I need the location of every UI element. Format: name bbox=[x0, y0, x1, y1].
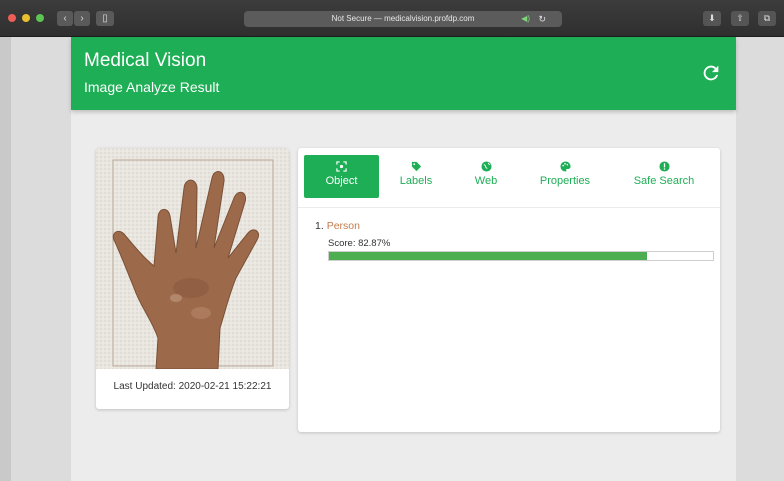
tab-labels-label: Labels bbox=[399, 175, 433, 187]
forward-button[interactable]: › bbox=[74, 11, 90, 26]
fullscreen-window-button[interactable] bbox=[36, 14, 44, 22]
palette-icon bbox=[559, 161, 571, 172]
result-tabs: Object Labels Web Properties Safe Search bbox=[298, 148, 720, 208]
reload-icon[interactable]: ↻ bbox=[538, 11, 546, 27]
app-title: Medical Vision bbox=[84, 50, 207, 71]
tab-web[interactable]: Web bbox=[462, 155, 510, 198]
analyzed-image bbox=[96, 148, 289, 369]
image-card: Last Updated: 2020-02-21 15:22:21 bbox=[96, 148, 289, 409]
last-updated-text: Last Updated: 2020-02-21 15:22:21 bbox=[113, 381, 272, 392]
app-header: Medical Vision Image Analyze Result bbox=[71, 37, 736, 110]
result-score: Score: 82.87% bbox=[328, 238, 391, 249]
app-subtitle: Image Analyze Result bbox=[84, 79, 220, 95]
globe-icon bbox=[480, 161, 492, 172]
tag-icon bbox=[411, 161, 421, 172]
tab-web-label: Web bbox=[474, 175, 498, 187]
tabs-overview-icon[interactable]: ⧉ bbox=[758, 11, 776, 26]
download-icon[interactable]: ⬇ bbox=[703, 11, 721, 26]
browser-toolbar: ‹ › ▯ Not Secure — medicalvision.profdp.… bbox=[0, 0, 784, 37]
share-icon[interactable]: ⇧ bbox=[731, 11, 749, 26]
tab-safe-search-label: Safe Search bbox=[633, 175, 695, 187]
back-button[interactable]: ‹ bbox=[57, 11, 73, 26]
score-bar bbox=[328, 251, 714, 261]
tab-safe-search[interactable]: Safe Search bbox=[628, 155, 700, 198]
tab-properties-label: Properties bbox=[539, 175, 591, 187]
list-item: 1. Person Score: 82.87% bbox=[315, 220, 715, 261]
result-name: Person bbox=[326, 220, 360, 232]
audio-icon[interactable]: ◀) bbox=[521, 11, 530, 27]
result-list: 1. Person Score: 82.87% bbox=[315, 220, 715, 261]
tab-object[interactable]: Object bbox=[304, 155, 379, 198]
result-card: Object Labels Web Properties Safe Search… bbox=[298, 148, 720, 432]
close-window-button[interactable] bbox=[8, 14, 16, 22]
sidebar-toggle-icon[interactable]: ▯ bbox=[96, 11, 114, 26]
object-detect-icon bbox=[336, 161, 347, 172]
score-bar-fill bbox=[329, 252, 648, 260]
alert-circle-icon bbox=[658, 161, 670, 172]
result-index: 1. bbox=[315, 220, 324, 232]
address-bar[interactable]: Not Secure — medicalvision.profdp.com ◀)… bbox=[244, 11, 562, 27]
address-bar-text: Not Secure — medicalvision.profdp.com bbox=[331, 14, 475, 23]
tab-labels[interactable]: Labels bbox=[390, 155, 442, 198]
refresh-icon[interactable] bbox=[700, 62, 722, 84]
page-left-edge bbox=[0, 37, 11, 481]
minimize-window-button[interactable] bbox=[22, 14, 30, 22]
tab-object-label: Object bbox=[325, 175, 358, 187]
tab-properties[interactable]: Properties bbox=[530, 155, 600, 198]
